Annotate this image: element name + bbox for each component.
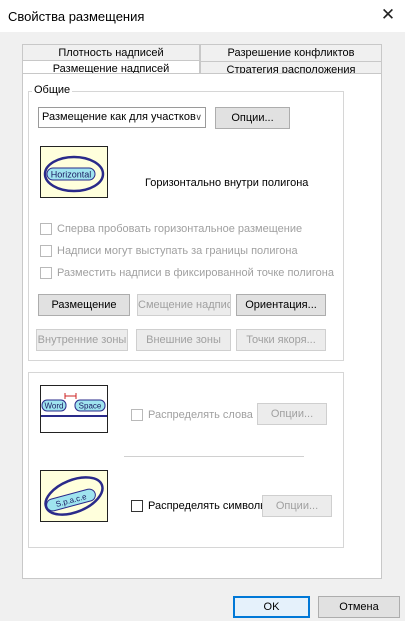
spread-words-checkbox[interactable]	[131, 409, 143, 421]
tab-label-density[interactable]: Плотность надписей	[22, 44, 200, 61]
spread-chars-options-button[interactable]: Опции...	[262, 495, 332, 517]
separator	[124, 456, 304, 457]
spread-words-options-button[interactable]: Опции...	[257, 403, 327, 425]
placement-options-button[interactable]: Опции...	[215, 107, 290, 129]
preview-label: Horizontal	[51, 170, 92, 180]
word-spacing-preview: Word Space	[40, 385, 108, 433]
preview-word-2: Space	[79, 402, 102, 411]
polygon-horizontal-icon: Horizontal	[43, 155, 105, 193]
spread-chars-checkbox[interactable]	[131, 500, 143, 512]
inner-zones-button[interactable]: Внутренние зоны	[36, 329, 128, 351]
char-spacing-icon: S.p.a.c.e	[44, 476, 104, 516]
word-spacing-icon: Word Space	[41, 393, 107, 417]
close-button[interactable]: ✕	[377, 4, 399, 26]
placement-description: Горизонтально внутри полигона	[145, 177, 309, 189]
cancel-button[interactable]: Отмена	[318, 596, 400, 618]
orientation-button[interactable]: Ориентация...	[236, 294, 326, 316]
placement-select[interactable]: Размещение как для участков ∨	[38, 107, 206, 128]
tab-label: Разрешение конфликтов	[227, 47, 355, 59]
fixed-point-checkbox[interactable]	[40, 267, 52, 279]
label-offset-button[interactable]: Смещение надписи	[137, 294, 231, 316]
ok-button[interactable]: OK	[233, 596, 310, 618]
window-title: Свойства размещения	[8, 9, 145, 24]
overrun-checkbox[interactable]	[40, 245, 52, 257]
placement-select-value: Размещение как для участков	[42, 111, 196, 123]
overrun-label: Надписи могут выступать за границы полиг…	[57, 245, 298, 257]
horizontal-preview: Horizontal	[40, 146, 108, 198]
title-bar: Свойства размещения ✕	[0, 0, 405, 32]
preview-word-1: Word	[45, 402, 64, 411]
outer-zones-button[interactable]: Внешние зоны	[136, 329, 231, 351]
anchor-points-button[interactable]: Точки якоря...	[236, 329, 326, 351]
placement-button[interactable]: Размещение	[38, 294, 130, 316]
horizontal-first-checkbox[interactable]	[40, 223, 52, 235]
spread-words-label: Распределять слова	[148, 409, 253, 421]
chevron-down-icon: ∨	[195, 112, 202, 122]
tab-conflict-resolution[interactable]: Разрешение конфликтов	[200, 44, 382, 61]
char-spacing-preview: S.p.a.c.e	[40, 470, 108, 522]
fixed-point-label: Разместить надписи в фиксированной точке…	[57, 267, 334, 279]
horizontal-first-label: Сперва пробовать горизонтальное размещен…	[57, 223, 303, 235]
general-group-label: Общие	[32, 84, 73, 96]
tab-label: Плотность надписей	[58, 47, 164, 59]
spread-chars-label: Распределять символы	[148, 500, 269, 512]
